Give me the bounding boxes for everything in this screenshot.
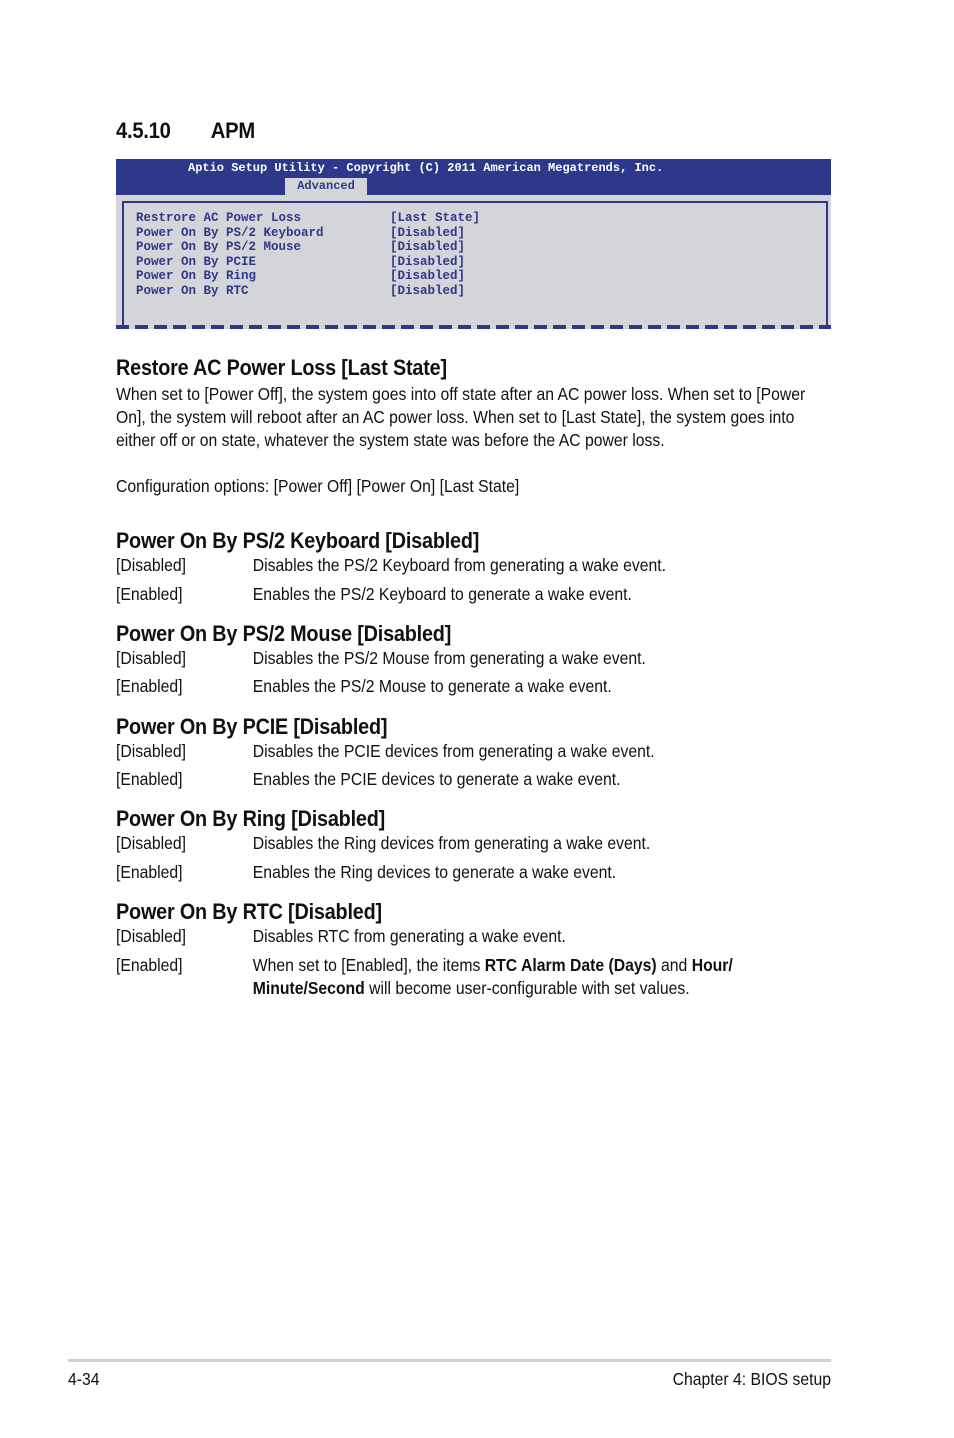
option-desc: Enables the PS/2 Mouse to generate a wak… [252, 676, 612, 696]
option-key: [Enabled] [116, 676, 183, 696]
desc-text: and [656, 955, 692, 975]
option-desc: Disables RTC from generating a wake even… [252, 926, 566, 946]
option-desc: Disables the Ring devices from generatin… [252, 833, 651, 853]
option-desc: Enables the PS/2 Keyboard to generate a … [252, 584, 632, 604]
bios-item-rtc[interactable]: Power On By RTC [Disabled] [136, 284, 536, 299]
bios-item-pcie[interactable]: Power On By PCIE [Disabled] [136, 255, 536, 270]
bios-item-ps2-keyboard[interactable]: Power On By PS/2 Keyboard [Disabled] [136, 226, 536, 241]
option-key: [Disabled] [116, 648, 187, 668]
bios-item-label: Power On By PS/2 Mouse [136, 240, 302, 254]
bios-item-value[interactable]: [Disabled] [390, 226, 465, 241]
tab-advanced[interactable]: Advanced [285, 178, 367, 195]
desc-bold-rtc-alarm-date: RTC Alarm Date (Days) [484, 955, 657, 975]
bios-item-label: Power On By PS/2 Keyboard [136, 225, 324, 240]
bios-screenshot: Aptio Setup Utility - Copyright (C) 2011… [116, 159, 831, 329]
option-key: [Disabled] [116, 741, 187, 761]
bios-item-label: Power On By Ring [136, 269, 257, 283]
bios-item-value[interactable]: [Disabled] [390, 255, 465, 270]
option-desc: Disables the PS/2 Keyboard from generati… [252, 555, 667, 575]
bios-item-value[interactable]: [Disabled] [390, 284, 465, 299]
restore-ac-config-options: Configuration options: [Power Off] [Powe… [116, 476, 520, 496]
bios-item-ring[interactable]: Power On By Ring [Disabled] [136, 269, 536, 284]
bios-item-label: Power On By PCIE [136, 254, 257, 269]
bios-item-value[interactable]: [Disabled] [390, 240, 465, 255]
heading-pcie: Power On By PCIE [Disabled] [116, 714, 388, 739]
option-desc: Enables the PCIE devices to generate a w… [252, 769, 621, 789]
option-desc: When set to [Enabled], the items RTC Ala… [253, 954, 733, 1000]
desc-text: will become user-configurable with set v… [364, 978, 690, 998]
option-desc: Enables the Ring devices to generate a w… [252, 862, 617, 882]
restore-ac-description: When set to [Power Off], the system goes… [116, 384, 806, 450]
bios-item-value[interactable]: [Disabled] [390, 269, 465, 284]
option-desc: Disables the PCIE devices from generatin… [252, 741, 655, 761]
heading-rtc: Power On By RTC [Disabled] [116, 899, 382, 924]
bios-item-value[interactable]: [Last State] [390, 211, 480, 226]
footer-rule [68, 1359, 831, 1362]
option-key: [Enabled] [116, 862, 183, 882]
page-number: 4-34 [68, 1369, 100, 1389]
option-key: [Enabled] [116, 769, 183, 789]
bios-item-ps2-mouse[interactable]: Power On By PS/2 Mouse [Disabled] [136, 240, 536, 255]
heading-ring: Power On By Ring [Disabled] [116, 806, 386, 831]
bios-item-label: Power On By RTC [136, 283, 249, 298]
option-key: [Disabled] [116, 555, 187, 575]
section-title: 4.5.10 APM [116, 118, 255, 144]
bios-item-label: Restrore AC Power Loss [136, 211, 302, 225]
option-desc: Disables the PS/2 Mouse from generating … [252, 648, 646, 668]
heading-restore-ac-power-loss: Restore AC Power Loss [Last State] [116, 355, 447, 380]
desc-text: When set to [Enabled], the items [252, 955, 485, 975]
section-name: APM [210, 118, 255, 143]
option-key: [Enabled] [116, 584, 183, 604]
bios-item-list: Restrore AC Power Loss [Last State] Powe… [136, 211, 536, 298]
option-key: [Disabled] [116, 926, 187, 946]
heading-ps2-keyboard: Power On By PS/2 Keyboard [Disabled] [116, 528, 480, 553]
chapter-title: Chapter 4: BIOS setup [672, 1369, 831, 1389]
section-number: 4.5.10 [116, 118, 171, 143]
option-key: [Enabled] [116, 955, 183, 975]
option-key: [Disabled] [116, 833, 187, 853]
heading-ps2-mouse: Power On By PS/2 Mouse [Disabled] [116, 621, 452, 646]
bios-cutoff-dashed-line [116, 325, 831, 329]
desc-bold-hour: Hour/ [691, 955, 733, 975]
desc-bold-minute-second: Minute/Second [252, 978, 365, 998]
bios-item-restore-ac-power-loss[interactable]: Restrore AC Power Loss [Last State] [136, 211, 536, 226]
bios-title: Aptio Setup Utility - Copyright (C) 2011… [188, 161, 664, 175]
